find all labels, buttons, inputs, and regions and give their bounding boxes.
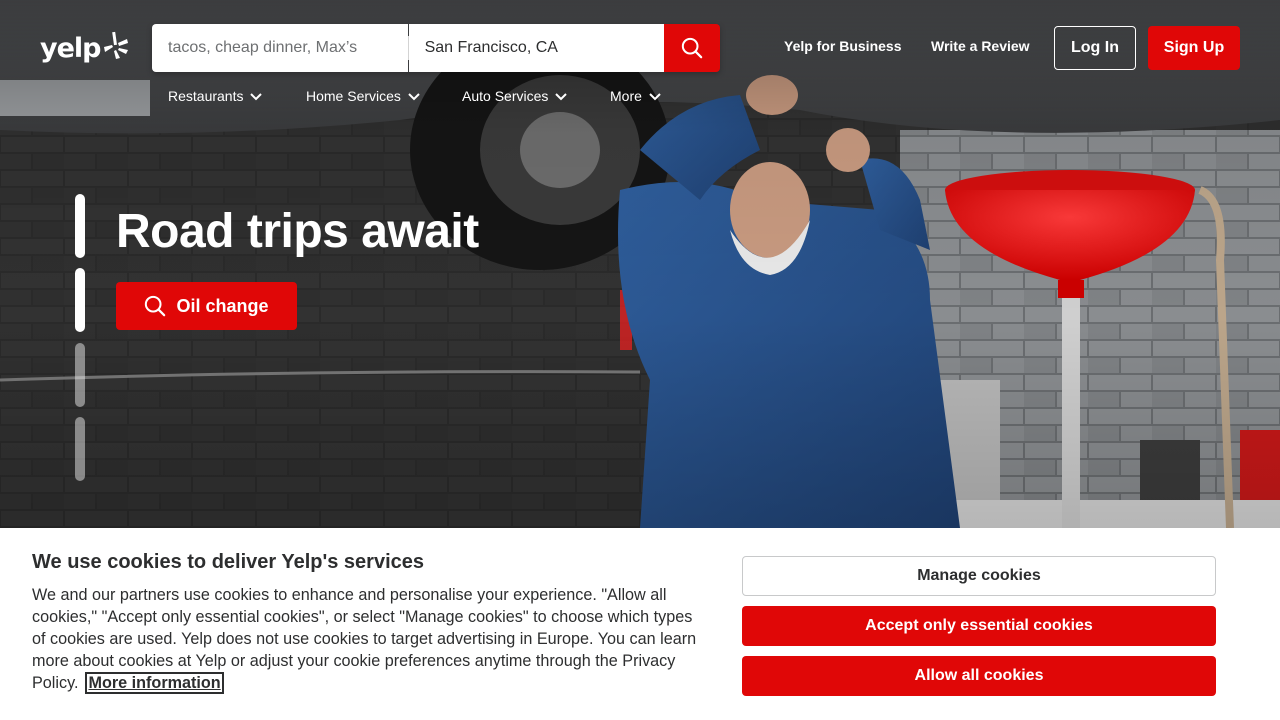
category-label: Auto Services: [462, 88, 549, 104]
carousel-indicator-1[interactable]: [75, 194, 85, 258]
category-home-services[interactable]: Home Services: [306, 88, 421, 104]
category-more[interactable]: More: [610, 88, 662, 104]
cookie-banner-title: We use cookies to deliver Yelp's service…: [32, 551, 425, 573]
search-bar: [152, 24, 720, 72]
category-restaurants[interactable]: Restaurants: [168, 88, 263, 104]
chevron-down-icon: [250, 93, 263, 101]
category-auto-services[interactable]: Auto Services: [462, 88, 568, 104]
category-label: Restaurants: [168, 88, 244, 104]
write-review-link[interactable]: Write a Review: [931, 38, 1030, 54]
search-near-input[interactable]: [408, 24, 665, 72]
carousel-indicator-3[interactable]: [75, 343, 85, 407]
oil-change-label: Oil change: [176, 295, 269, 316]
chevron-down-icon: [649, 93, 661, 101]
cookie-banner-text: We and our partners use cookies to enhan…: [32, 584, 700, 694]
carousel-indicator-2[interactable]: [75, 268, 85, 332]
allow-all-cookies-button[interactable]: Allow all cookies: [742, 656, 1216, 696]
category-label: More: [610, 88, 642, 104]
more-information-link[interactable]: More information: [85, 672, 224, 694]
search-find-input[interactable]: [152, 24, 408, 72]
hero-title: Road trips await: [116, 205, 479, 258]
manage-cookies-button[interactable]: Manage cookies: [742, 556, 1216, 596]
search-icon: [145, 295, 166, 317]
chevron-down-icon: [555, 93, 568, 101]
carousel-indicator-4[interactable]: [75, 417, 85, 481]
login-button[interactable]: Log In: [1054, 26, 1136, 70]
oil-change-button[interactable]: Oil change: [116, 282, 297, 330]
chevron-down-icon: [408, 93, 420, 101]
signup-button[interactable]: Sign Up: [1148, 26, 1240, 70]
logo-text: yelp: [40, 32, 101, 64]
yelp-for-business-link[interactable]: Yelp for Business: [784, 38, 901, 54]
hero-banner: [0, 0, 1280, 528]
category-label: Home Services: [306, 88, 401, 104]
yelp-logo[interactable]: yelp: [40, 30, 129, 66]
yelp-burst-icon: [103, 31, 128, 59]
search-icon: [681, 37, 703, 59]
accept-essential-cookies-button[interactable]: Accept only essential cookies: [742, 606, 1216, 646]
search-button[interactable]: [664, 24, 720, 72]
